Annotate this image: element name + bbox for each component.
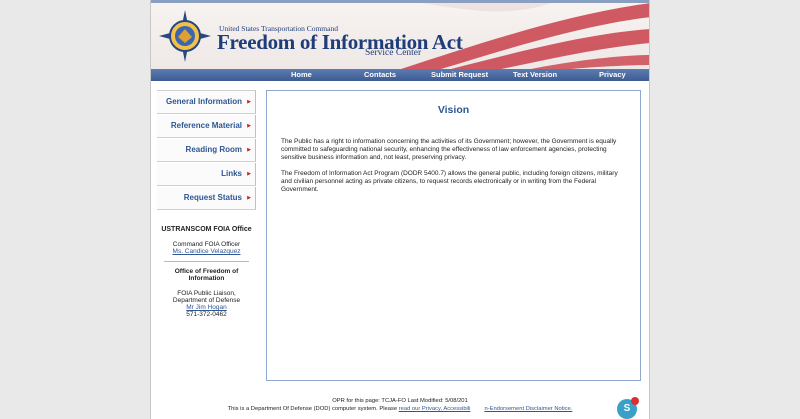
footer-disclaimer-line: This is a Department Of Defense (DOD) co…: [151, 405, 649, 413]
ofoi-block: Office of Freedom of Information FOIA Pu…: [157, 268, 256, 318]
sidebar-item-label: General Information: [165, 97, 242, 106]
arrow-right-icon: ▶: [247, 123, 251, 129]
officer-name-link[interactable]: Ms. Candice Velazquez: [173, 248, 241, 255]
page-container: United States Transportation Command Fre…: [150, 0, 650, 419]
nav-submit-request-link[interactable]: Submit Request: [431, 69, 488, 81]
sidebar-item-label: Links: [221, 169, 242, 178]
liaison-role: FOIA Public Liaison,: [177, 290, 236, 297]
header-banner: United States Transportation Command Fre…: [151, 3, 649, 69]
arrow-right-icon: ▶: [247, 195, 251, 201]
sidebar-item-label: Reference Material: [170, 121, 242, 130]
site-subtitle: Service Center: [365, 48, 422, 58]
arrow-right-icon: ▶: [247, 99, 251, 105]
top-nav-bar: Home Contacts Submit Request Text Versio…: [151, 69, 649, 81]
liaison-name-link[interactable]: Mr Jim Hogan: [186, 304, 226, 311]
arrow-right-icon: ▶: [247, 171, 251, 177]
disclaimer-notice-link[interactable]: n-Endorsement Disclaimer Notice.: [484, 406, 572, 412]
privacy-accessibility-link[interactable]: read our Privacy, Accessibili: [399, 406, 471, 412]
officer-role: Command FOIA Officer: [172, 241, 241, 248]
notification-badge-icon: [631, 397, 639, 405]
page-title: Vision: [437, 104, 470, 116]
nav-contacts-link[interactable]: Contacts: [364, 69, 396, 81]
sidebar-item-label: Request Status: [183, 193, 242, 202]
liaison-phone: 571-372-0462: [186, 311, 227, 318]
nav-home-link[interactable]: Home: [291, 69, 312, 81]
office-title: USTRANSCOM FOIA Office: [161, 226, 252, 233]
nav-privacy-link[interactable]: Privacy: [599, 69, 626, 81]
sidebar-item-general-information[interactable]: General Information ▶: [157, 90, 256, 114]
site-title: Freedom of Information Act: [217, 30, 463, 54]
nav-text-version-link[interactable]: Text Version: [513, 69, 557, 81]
sidebar: General Information ▶ Reference Material…: [157, 90, 256, 318]
footer-opr-line: OPR for this page: TCJA-FO Last Modified…: [332, 398, 468, 404]
vision-paragraph-1: The Public has a right to information co…: [281, 138, 617, 161]
sidebar-divider: [164, 261, 249, 262]
footer-disclaimer-text: This is a Department Of Defense (DOD) co…: [227, 406, 399, 412]
sidebar-item-links[interactable]: Links ▶: [157, 163, 256, 186]
main-content-panel: Vision The Public has a right to informa…: [266, 90, 641, 381]
sidebar-item-request-status[interactable]: Request Status ▶: [157, 187, 256, 210]
sidebar-item-reference-material[interactable]: Reference Material ▶: [157, 115, 256, 138]
liaison-department: Department of Defense: [172, 297, 241, 304]
arrow-right-icon: ▶: [247, 147, 251, 153]
sidebar-item-reading-room[interactable]: Reading Room ▶: [157, 139, 256, 162]
sidebar-item-label: Reading Room: [185, 145, 242, 154]
vision-paragraph-2: The Freedom of Information Act Program (…: [281, 170, 618, 193]
ustranscom-seal-logo: [159, 10, 211, 62]
foia-office-block: USTRANSCOM FOIA Office Command FOIA Offi…: [157, 226, 256, 255]
ofoi-title: Office of Freedom of Information: [174, 268, 239, 282]
footer: OPR for this page: TCJA-FO Last Modified…: [151, 397, 649, 413]
